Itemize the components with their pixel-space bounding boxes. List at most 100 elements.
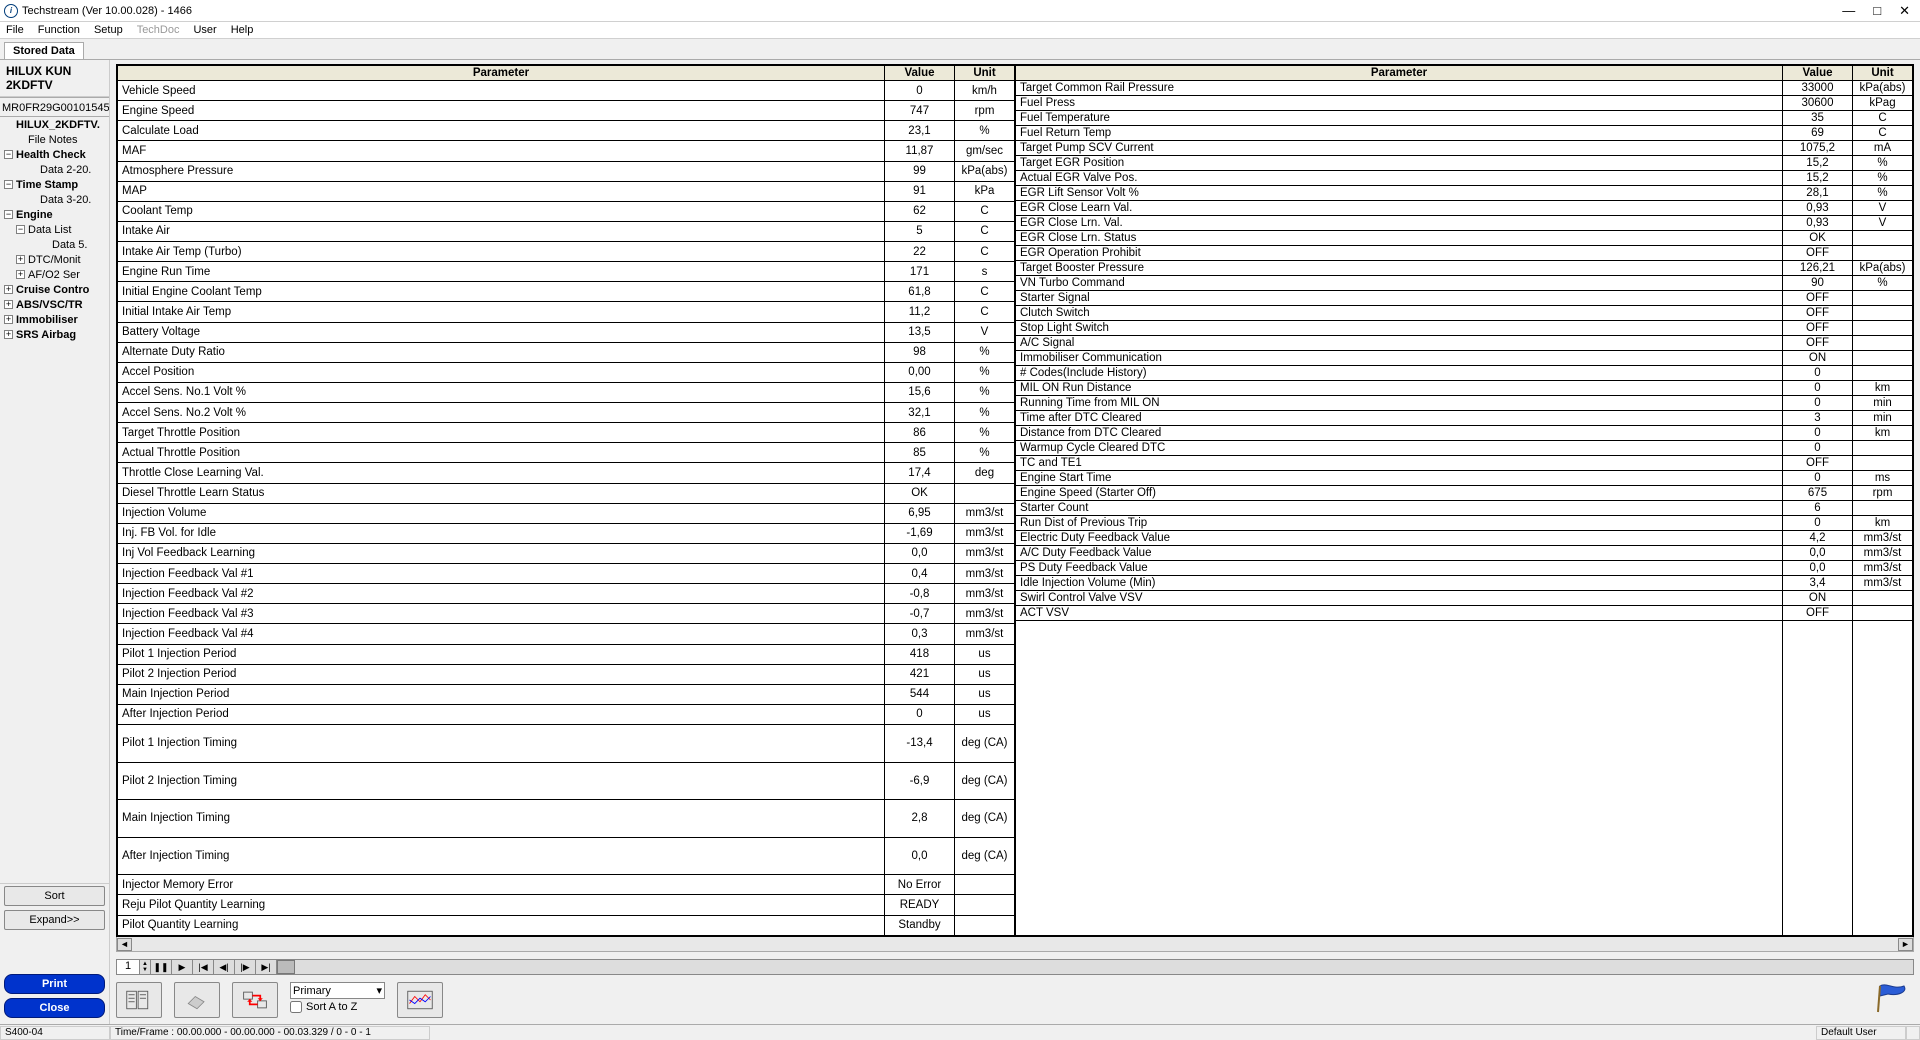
expand-icon[interactable]: + — [16, 270, 25, 279]
step-back-button[interactable]: ◀| — [213, 959, 235, 975]
param-value: 90 — [1783, 276, 1853, 291]
play-button[interactable]: ▶ — [171, 959, 193, 975]
tree-item[interactable]: Data 5. — [0, 237, 109, 252]
scroll-right-icon[interactable]: ► — [1898, 938, 1913, 951]
erase-button[interactable] — [174, 982, 220, 1018]
param-name: Starter Count — [1016, 501, 1783, 516]
list-view-button[interactable] — [116, 982, 162, 1018]
display-mode-select[interactable]: Primary ▾ — [290, 982, 385, 999]
param-value: -6,9 — [885, 762, 955, 800]
collapse-icon[interactable]: − — [4, 180, 13, 189]
tree-item[interactable]: −Health Check — [0, 147, 109, 162]
param-value: 2,8 — [885, 800, 955, 838]
playback-track[interactable] — [276, 959, 1914, 975]
param-name: Run Dist of Previous Trip — [1016, 516, 1783, 531]
expand-icon[interactable]: + — [4, 285, 13, 294]
table-row: Engine Start Time0ms — [1016, 471, 1913, 486]
tree-item[interactable]: Data 2-20. — [0, 162, 109, 177]
menu-file[interactable]: File — [6, 24, 24, 36]
tab-stored-data[interactable]: Stored Data — [4, 42, 84, 59]
sort-button[interactable]: Sort — [4, 886, 105, 906]
param-value: 61,8 — [885, 282, 955, 302]
tree-item[interactable]: +AF/O2 Ser — [0, 267, 109, 282]
nav-tree[interactable]: MR0FR29G001015458 HILUX_2KDFTV.File Note… — [0, 96, 109, 884]
tree-item[interactable]: +ABS/VSC/TR — [0, 297, 109, 312]
param-name: EGR Close Learn Val. — [1016, 201, 1783, 216]
param-unit: min — [1853, 396, 1913, 411]
scroll-left-icon[interactable]: ◄ — [117, 938, 132, 951]
table-row: Fuel Return Temp69C — [1016, 126, 1913, 141]
param-unit — [1853, 606, 1913, 621]
frame-number[interactable]: 1 — [116, 959, 140, 975]
horizontal-scrollbar[interactable]: ◄ ► — [116, 937, 1914, 952]
close-button[interactable]: Close — [4, 998, 105, 1018]
tree-item-label: Health Check — [16, 149, 86, 161]
tree-item[interactable]: Data 3-20. — [0, 192, 109, 207]
param-name: Immobiliser Communication — [1016, 351, 1783, 366]
expand-icon[interactable]: + — [16, 255, 25, 264]
close-window-button[interactable]: ✕ — [1899, 3, 1910, 19]
param-value: 32,1 — [885, 403, 955, 423]
table-row: MAF11,87gm/sec — [118, 141, 1015, 161]
param-name: Pilot 1 Injection Timing — [118, 725, 885, 763]
param-value: 62 — [885, 201, 955, 221]
param-value: 5 — [885, 221, 955, 241]
table-row: Warmup Cycle Cleared DTC0 — [1016, 441, 1913, 456]
tree-item[interactable]: −Data List — [0, 222, 109, 237]
combine-button[interactable] — [232, 982, 278, 1018]
param-name: Inj. FB Vol. for Idle — [118, 523, 885, 543]
step-forward-button[interactable]: |▶ — [234, 959, 256, 975]
param-unit — [1853, 306, 1913, 321]
flag-button[interactable] — [1874, 982, 1914, 1014]
menu-setup[interactable]: Setup — [94, 24, 123, 36]
param-value: No Error — [885, 875, 955, 895]
tree-item[interactable]: HILUX_2KDFTV. — [0, 117, 109, 132]
param-unit: V — [1853, 201, 1913, 216]
tree-item[interactable]: +DTC/Monit — [0, 252, 109, 267]
param-name: Injection Feedback Val #2 — [118, 584, 885, 604]
param-name: Vehicle Speed — [118, 81, 885, 101]
skip-end-button[interactable]: ▶| — [255, 959, 277, 975]
tree-item[interactable]: +SRS Airbag — [0, 327, 109, 342]
tree-item[interactable]: −Time Stamp — [0, 177, 109, 192]
param-unit: C — [955, 302, 1015, 322]
expand-button[interactable]: Expand>> — [4, 910, 105, 930]
table-row: Target Throttle Position86% — [118, 423, 1015, 443]
tree-item-label: ABS/VSC/TR — [16, 299, 83, 311]
pause-button[interactable]: ❚❚ — [150, 959, 172, 975]
param-unit: % — [955, 121, 1015, 141]
table-row: Electric Duty Feedback Value4,2mm3/st — [1016, 531, 1913, 546]
maximize-button[interactable]: □ — [1873, 3, 1881, 19]
print-button[interactable]: Print — [4, 974, 105, 994]
collapse-icon[interactable]: − — [4, 150, 13, 159]
sort-checkbox-input[interactable] — [290, 1001, 302, 1013]
expand-icon[interactable]: + — [4, 300, 13, 309]
menu-techdoc[interactable]: TechDoc — [137, 24, 180, 36]
table-row: Immobiliser CommunicationON — [1016, 351, 1913, 366]
param-name: Clutch Switch — [1016, 306, 1783, 321]
vin-label: MR0FR29G001015458 — [0, 97, 109, 117]
tree-item[interactable]: −Engine — [0, 207, 109, 222]
expand-icon[interactable]: + — [4, 330, 13, 339]
param-value: 6 — [1783, 501, 1853, 516]
expand-icon[interactable]: + — [4, 315, 13, 324]
param-name: Initial Intake Air Temp — [118, 302, 885, 322]
minimize-button[interactable]: — — [1842, 3, 1855, 19]
menu-user[interactable]: User — [193, 24, 216, 36]
skip-start-button[interactable]: |◀ — [192, 959, 214, 975]
collapse-icon[interactable]: − — [16, 225, 25, 234]
param-value: 0,00 — [885, 362, 955, 382]
collapse-icon[interactable]: − — [4, 210, 13, 219]
playback-bar: 1 ▲▼ ❚❚ ▶ |◀ ◀| |▶ ▶| — [116, 958, 1914, 976]
graph-button[interactable] — [397, 982, 443, 1018]
tree-item[interactable]: File Notes — [0, 132, 109, 147]
menu-function[interactable]: Function — [38, 24, 80, 36]
tree-item[interactable]: +Cruise Contro — [0, 282, 109, 297]
sort-checkbox[interactable]: Sort A to Z — [290, 1001, 385, 1013]
tree-item[interactable]: +Immobiliser — [0, 312, 109, 327]
param-value: READY — [885, 895, 955, 915]
param-unit: mm3/st — [955, 584, 1015, 604]
tree-item-label: AF/O2 Ser — [28, 269, 80, 281]
menu-help[interactable]: Help — [231, 24, 254, 36]
param-name: Intake Air Temp (Turbo) — [118, 242, 885, 262]
